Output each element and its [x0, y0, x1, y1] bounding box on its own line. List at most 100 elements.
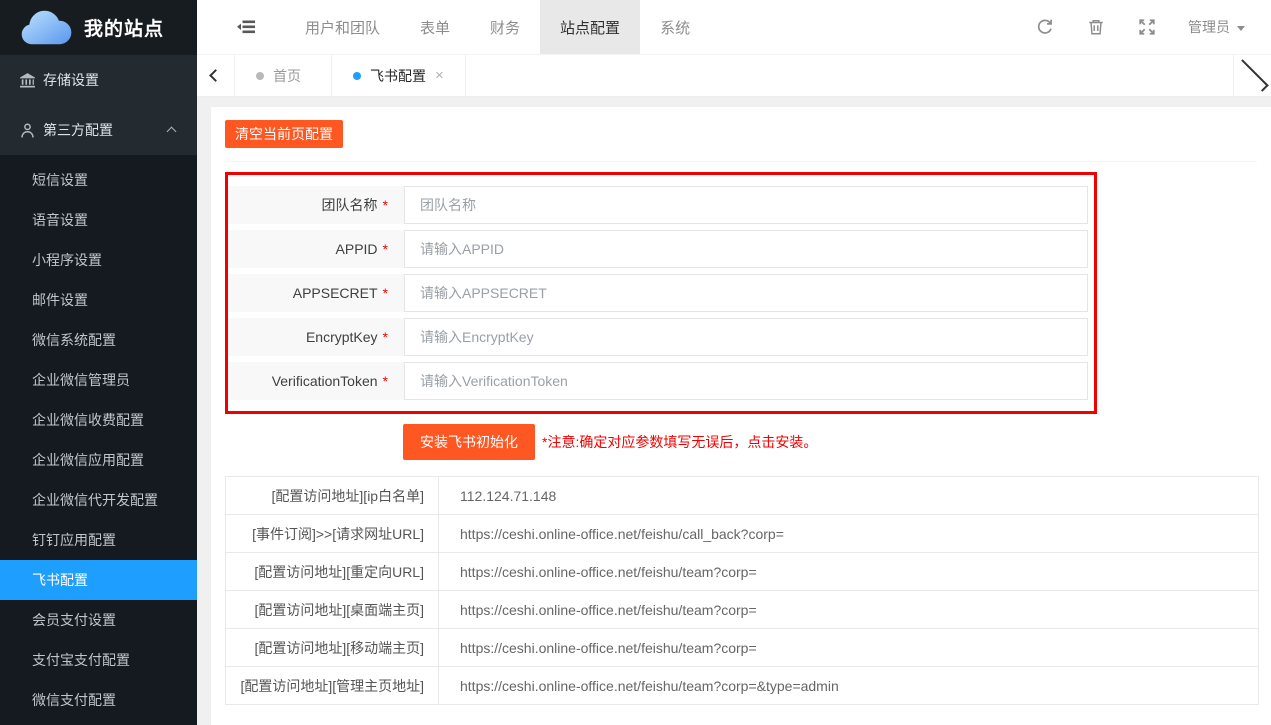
required-asterisk: * [383, 329, 388, 345]
collapse-menu-icon[interactable] [237, 0, 255, 54]
sidebar-submenu-item[interactable]: 钉钉应用配置 [0, 520, 197, 560]
page-tab[interactable]: 首页 [235, 55, 332, 96]
sidebar-submenu-item-label: 企业微信收费配置 [32, 412, 144, 428]
sidebar-submenu-item-label: 微信支付配置 [32, 692, 116, 708]
tab-close-icon[interactable]: × [435, 67, 444, 84]
field-label: 团队名称 * [228, 186, 404, 224]
field-label: APPSECRET * [228, 274, 404, 312]
field-input[interactable] [404, 274, 1088, 312]
config-value: https://ceshi.online-office.net/feishu/t… [439, 553, 1259, 591]
clear-page-config-button[interactable]: 清空当前页配置 [225, 120, 343, 148]
table-row: [配置访问地址][桌面端主页] https://ceshi.online-off… [226, 591, 1259, 629]
sidebar-item-storage-settings[interactable]: 存储设置 [0, 55, 197, 105]
sidebar-item-third-party-config[interactable]: 第三方配置 [0, 105, 197, 155]
top-nav-item[interactable]: 财务 [470, 0, 540, 54]
sidebar-submenu-item[interactable]: 支付宝支付配置 [0, 640, 197, 680]
config-value: https://ceshi.online-office.net/feishu/c… [439, 515, 1259, 553]
tabs-next-button[interactable] [1233, 55, 1271, 96]
header-actions: 管理员 [1003, 0, 1271, 54]
sidebar-submenu-item[interactable]: 企业微信代开发配置 [0, 480, 197, 520]
required-asterisk: * [383, 197, 388, 213]
sidebar-submenu-item[interactable]: 企业微信管理员 [0, 360, 197, 400]
form-field-row: APPID * [228, 230, 1094, 268]
sidebar-submenu-item-label: 语音设置 [32, 212, 88, 228]
install-notice-text: *注意:确定对应参数填写无误后，点击安装。 [542, 432, 817, 452]
fullscreen-icon[interactable] [1138, 18, 1156, 36]
tabs-prev-button[interactable] [197, 55, 235, 96]
required-asterisk: * [383, 285, 388, 301]
sidebar-submenu-item[interactable]: 微信支付配置 [0, 680, 197, 720]
sidebar-submenu-item[interactable]: 会员支付设置 [0, 600, 197, 640]
config-value: https://ceshi.online-office.net/feishu/t… [439, 667, 1259, 705]
top-nav: 用户和团队 表单 财务 站点配置 系统 [285, 0, 710, 54]
field-label-text: EncryptKey [306, 329, 378, 345]
top-nav-item[interactable]: 系统 [640, 0, 710, 54]
chevron-up-icon [167, 127, 177, 137]
sidebar-submenu: 短信设置 语音设置 小程序设置 邮件设置 微信系统配置 [0, 155, 197, 720]
tab-status-dot [353, 72, 361, 80]
user-name: 管理员 [1188, 17, 1230, 37]
sidebar-submenu-item[interactable]: 企业微信收费配置 [0, 400, 197, 440]
caret-down-icon [1237, 26, 1245, 31]
cloud-icon [16, 10, 74, 46]
install-feishu-button[interactable]: 安装飞书初始化 [403, 424, 535, 460]
table-row: [配置访问地址][管理主页地址] https://ceshi.online-of… [226, 667, 1259, 705]
config-value: https://ceshi.online-office.net/feishu/t… [439, 591, 1259, 629]
config-address-table: [配置访问地址][ip白名单] 112.124.71.148 [事件订阅]>>[… [225, 476, 1259, 705]
sidebar-submenu-item-label: 邮件设置 [32, 292, 88, 308]
field-input[interactable] [404, 230, 1088, 268]
field-label-text: 团队名称 [322, 195, 378, 215]
page-tab-label: 飞书配置 [370, 66, 426, 86]
top-nav-item-label: 站点配置 [560, 17, 620, 38]
table-row: [配置访问地址][重定向URL] https://ceshi.online-of… [226, 553, 1259, 591]
field-input[interactable] [404, 362, 1088, 400]
field-label: EncryptKey * [228, 318, 404, 356]
user-menu[interactable]: 管理员 [1188, 17, 1245, 37]
config-key: [配置访问地址][重定向URL] [226, 553, 439, 591]
trash-icon[interactable] [1087, 18, 1105, 36]
table-row: [事件订阅]>>[请求网址URL] https://ceshi.online-o… [226, 515, 1259, 553]
tab-bar: 首页 飞书配置 × [197, 55, 1271, 97]
table-row: [配置访问地址][移动端主页] https://ceshi.online-off… [226, 629, 1259, 667]
top-nav-item-label: 财务 [490, 17, 520, 38]
page-tab[interactable]: 飞书配置 × [332, 55, 466, 96]
install-row: 安装飞书初始化 *注意:确定对应参数填写无误后，点击安装。 [225, 424, 1257, 460]
sidebar-submenu-item-label: 会员支付设置 [32, 612, 116, 628]
sidebar-submenu-item[interactable]: 飞书配置 [0, 560, 197, 600]
tab-status-dot [256, 72, 264, 80]
feishu-config-form: 团队名称 * APPID * [225, 172, 1097, 414]
sidebar-submenu-item[interactable]: 语音设置 [0, 200, 197, 240]
sidebar-submenu-item-label: 支付宝支付配置 [32, 652, 130, 668]
form-field-row: VerificationToken * [228, 362, 1094, 400]
top-nav-item[interactable]: 用户和团队 [285, 0, 400, 54]
config-key: [配置访问地址][移动端主页] [226, 629, 439, 667]
field-label-text: VerificationToken [272, 373, 378, 389]
field-input[interactable] [404, 318, 1088, 356]
config-key: [配置访问地址][桌面端主页] [226, 591, 439, 629]
top-nav-item-label: 系统 [660, 17, 690, 38]
sidebar-submenu-item[interactable]: 微信系统配置 [0, 320, 197, 360]
field-label: APPID * [228, 230, 404, 268]
sidebar-submenu-item[interactable]: 企业微信应用配置 [0, 440, 197, 480]
content-area: 清空当前页配置 团队名称 * [197, 97, 1271, 725]
top-nav-item[interactable]: 站点配置 [540, 0, 640, 54]
divider [225, 161, 1257, 162]
refresh-icon[interactable] [1036, 18, 1054, 36]
sidebar-submenu-item[interactable]: 小程序设置 [0, 240, 197, 280]
field-input[interactable] [404, 186, 1088, 224]
form-field-row: 团队名称 * [228, 186, 1094, 224]
sidebar-submenu-item[interactable]: 邮件设置 [0, 280, 197, 320]
sidebar-submenu-item[interactable]: 短信设置 [0, 160, 197, 200]
config-value: 112.124.71.148 [439, 477, 1259, 515]
sidebar-submenu-item-label: 钉钉应用配置 [32, 532, 116, 548]
chevron-right-icon [1236, 59, 1269, 92]
site-logo[interactable]: 我的站点 [0, 0, 197, 55]
top-nav-item[interactable]: 表单 [400, 0, 470, 54]
sidebar-item-label: 第三方配置 [43, 120, 113, 140]
sidebar-submenu-item-label: 企业微信代开发配置 [32, 492, 158, 508]
field-label-text: APPID [336, 241, 378, 257]
sidebar-item-label: 存储设置 [43, 70, 99, 90]
app-window: 我的站点 存储设置 [0, 0, 1271, 725]
table-row: [配置访问地址][ip白名单] 112.124.71.148 [226, 477, 1259, 515]
form-field-row: EncryptKey * [228, 318, 1094, 356]
